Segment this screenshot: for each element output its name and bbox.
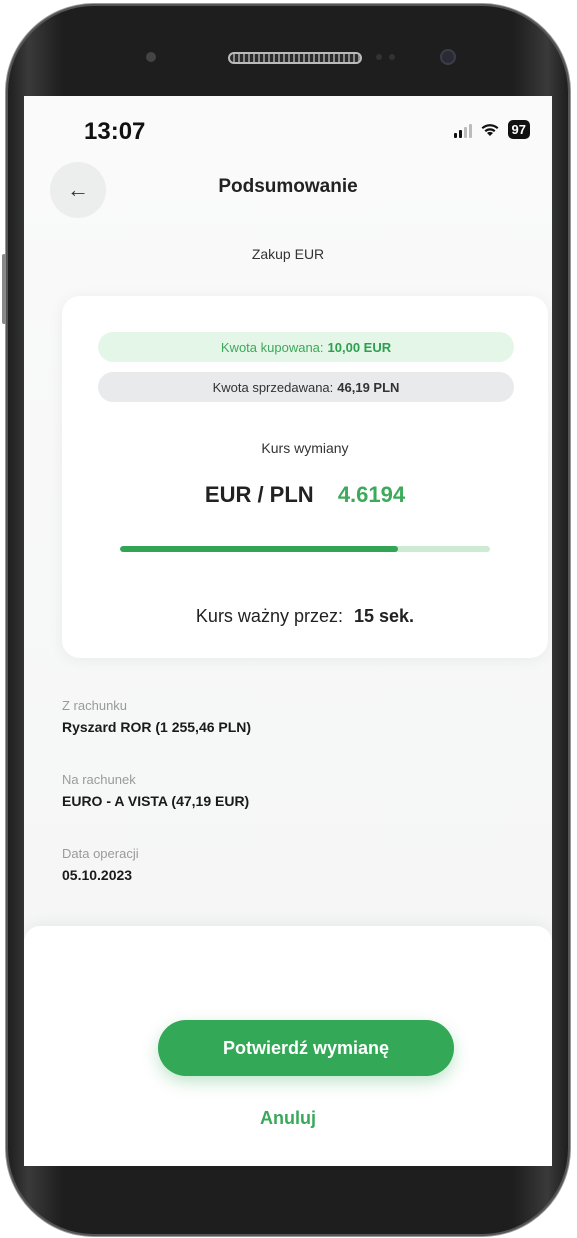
detail-value: 05.10.2023 <box>62 867 133 883</box>
rate-validity: Kurs ważny przez: 15 sek. <box>62 606 548 627</box>
page-title: Podsumowanie <box>218 176 358 197</box>
exchange-rate-label: Kurs wymiany <box>261 440 349 456</box>
phone-frame: 13:07 97 ← Podsumowanie Zakup EUR Kwota … <box>2 4 570 1236</box>
detail-value: EURO - A VISTA (47,19 EUR) <box>62 793 250 809</box>
rate-validity-progress-fill <box>120 546 398 552</box>
bought-amount-label: Kwota kupowana: <box>220 339 324 355</box>
earpiece-speaker <box>228 52 362 64</box>
status-time: 13:07 <box>84 118 146 145</box>
detail-from-account: Z rachunku Ryszard ROR (1 255,46 PLN) <box>62 698 251 735</box>
wifi-icon <box>481 123 499 136</box>
currency-pair: EUR / PLN <box>204 482 314 507</box>
sensor-dot <box>389 54 395 60</box>
rate-validity-label: Kurs ważny przez: <box>195 606 343 626</box>
app-screen: 13:07 97 ← Podsumowanie Zakup EUR Kwota … <box>24 96 552 1166</box>
phone-bottom-bezel <box>6 1166 570 1236</box>
sold-amount-value: 46,19 PLN <box>337 379 400 395</box>
exchange-summary-card: Kwota kupowana: 10,00 EUR Kwota sprzedaw… <box>62 296 548 658</box>
confirm-exchange-button[interactable]: Potwierdź wymianę <box>158 1020 454 1076</box>
phone-top-bezel <box>6 4 570 104</box>
cancel-link[interactable]: Anuluj <box>24 1108 552 1129</box>
bought-amount-value: 10,00 EUR <box>327 339 392 355</box>
action-panel: Potwierdź wymianę Anuluj <box>24 926 552 1166</box>
status-bar: 13:07 97 <box>24 116 552 156</box>
transaction-subtitle: Zakup EUR <box>251 246 325 262</box>
detail-value: Ryszard ROR (1 255,46 PLN) <box>62 719 252 735</box>
detail-operation-date: Data operacji 05.10.2023 <box>62 846 139 883</box>
rate-validity-progress <box>120 546 490 552</box>
sensor-dot <box>146 52 156 62</box>
status-icons: 97 <box>453 120 530 139</box>
front-camera <box>442 51 454 63</box>
detail-label: Na rachunek <box>62 772 136 787</box>
sold-amount-pill: Kwota sprzedawana: 46,19 PLN <box>98 372 514 402</box>
exchange-rate-line: EUR / PLN 4.6194 <box>62 482 548 508</box>
detail-to-account: Na rachunek EURO - A VISTA (47,19 EUR) <box>62 772 249 809</box>
battery-icon: 97 <box>507 120 530 139</box>
sensor-dot <box>376 54 382 60</box>
exchange-rate-value: 4.6194 <box>337 482 406 507</box>
rate-validity-value: 15 sek. <box>354 606 415 626</box>
detail-label: Data operacji <box>62 846 139 861</box>
detail-label: Z rachunku <box>62 698 128 713</box>
bought-amount-pill: Kwota kupowana: 10,00 EUR <box>98 332 514 362</box>
signal-icon <box>453 122 472 138</box>
sold-amount-label: Kwota sprzedawana: <box>212 379 334 395</box>
